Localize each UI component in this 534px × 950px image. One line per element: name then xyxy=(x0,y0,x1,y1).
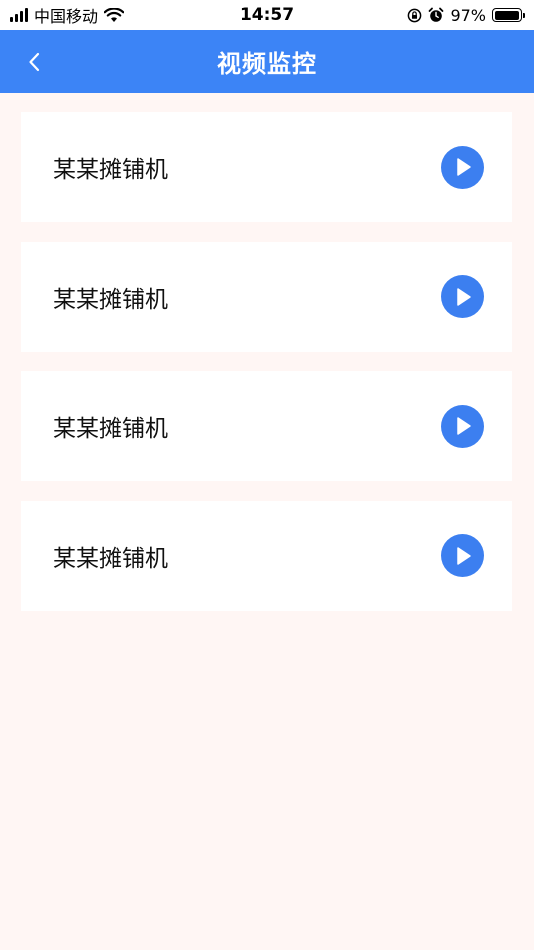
back-button[interactable] xyxy=(18,42,50,82)
carrier-name: 中国移动 xyxy=(34,7,99,26)
orientation-lock-icon xyxy=(408,8,422,22)
header-bar: 视频监控 xyxy=(0,30,534,93)
device-list: 某某摊铺机 某某摊铺机 某某摊铺机 某某摊铺机 xyxy=(21,112,512,630)
signal-icon xyxy=(10,8,28,22)
battery-icon xyxy=(492,8,525,22)
clock: 14:57 xyxy=(239,5,295,25)
play-icon xyxy=(456,546,471,565)
play-button[interactable] xyxy=(441,534,484,577)
wifi-icon xyxy=(104,7,125,22)
status-left: 中国移动 xyxy=(10,3,125,27)
status-bar: 中国移动 14:57 97% xyxy=(0,0,534,30)
play-button[interactable] xyxy=(441,404,484,448)
device-name: 某某摊铺机 xyxy=(53,157,168,183)
play-button[interactable] xyxy=(441,275,484,318)
device-name: 某某摊铺机 xyxy=(53,286,168,313)
device-name: 某某摊铺机 xyxy=(53,545,168,572)
status-right: 97% xyxy=(407,5,525,25)
play-icon xyxy=(456,158,471,176)
battery-percent: 97% xyxy=(450,5,486,25)
device-name: 某某摊铺机 xyxy=(53,416,168,442)
play-button[interactable] xyxy=(441,145,484,189)
back-chevron-icon xyxy=(29,52,40,71)
list-item[interactable]: 某某摊铺机 xyxy=(21,500,512,611)
list-item[interactable]: 某某摊铺机 xyxy=(21,371,512,481)
page-title: 视频监控 xyxy=(217,50,317,78)
play-icon xyxy=(456,287,471,306)
list-item[interactable]: 某某摊铺机 xyxy=(21,112,512,222)
battery-fill xyxy=(494,10,519,20)
alarm-icon xyxy=(429,7,444,22)
play-icon xyxy=(456,417,471,435)
list-item[interactable]: 某某摊铺机 xyxy=(21,241,512,352)
